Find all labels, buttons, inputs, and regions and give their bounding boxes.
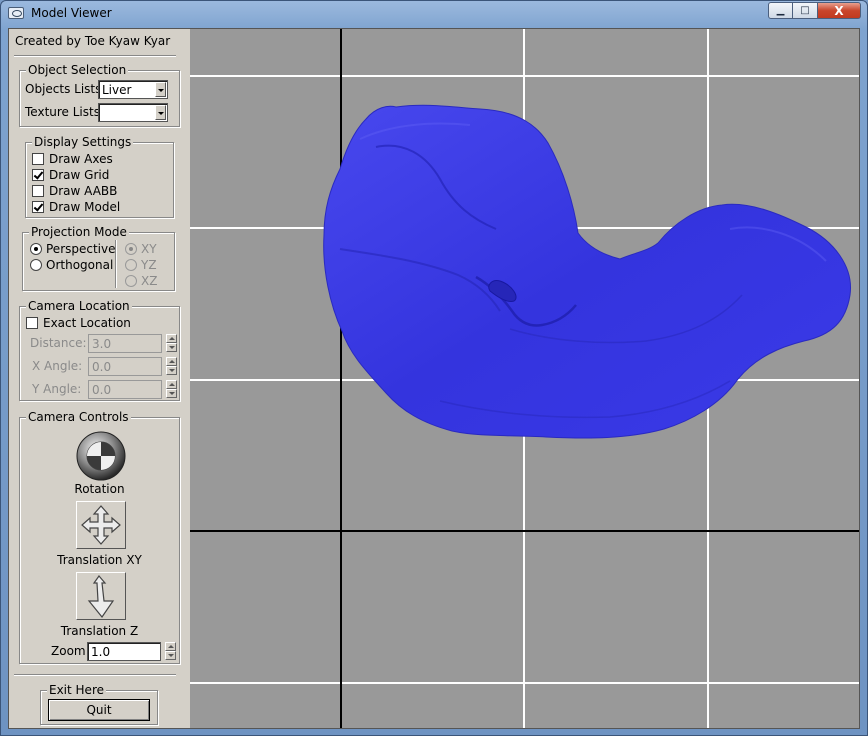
draw-axes-checkbox[interactable] bbox=[32, 153, 44, 165]
client-area: Created by Toe Kyaw Kyar Object Selectio… bbox=[8, 28, 860, 729]
liver-model bbox=[323, 104, 851, 439]
draw-aabb-checkbox[interactable] bbox=[32, 185, 44, 197]
plane-yz-label: YZ bbox=[141, 258, 157, 272]
projection-mode-group: Projection Mode Perspective Orthogonal X… bbox=[22, 225, 175, 291]
app-icon bbox=[8, 7, 24, 19]
draw-aabb-label: Draw AABB bbox=[49, 184, 118, 198]
orthogonal-label: Orthogonal bbox=[46, 258, 114, 272]
divider bbox=[14, 674, 176, 676]
objects-list-value: Liver bbox=[102, 83, 132, 97]
x-angle-value: 0.0 bbox=[92, 360, 112, 374]
x-angle-label: X Angle: bbox=[32, 359, 83, 373]
distance-label: Distance: bbox=[30, 336, 87, 350]
model-viewer-window: Model Viewer ▁ □ X Created by Toe Kyaw K… bbox=[0, 0, 868, 736]
exit-title: Exit Here bbox=[47, 683, 106, 697]
camera-location-group: Camera Location Exact Location Distance:… bbox=[19, 299, 180, 401]
control-panel: Created by Toe Kyaw Kyar Object Selectio… bbox=[9, 29, 189, 728]
projection-separator bbox=[115, 240, 117, 288]
y-angle-stepper[interactable] bbox=[166, 380, 177, 399]
model-canvas[interactable] bbox=[190, 29, 859, 728]
perspective-label: Perspective bbox=[46, 242, 116, 256]
draw-model-checkbox[interactable] bbox=[32, 201, 44, 213]
chevron-up-icon[interactable] bbox=[166, 380, 177, 389]
orthogonal-radio[interactable] bbox=[30, 259, 42, 271]
distance-value: 3.0 bbox=[92, 337, 112, 351]
projection-mode-title: Projection Mode bbox=[29, 225, 129, 239]
chevron-up-icon[interactable] bbox=[165, 642, 176, 651]
maximize-button[interactable]: □ bbox=[793, 2, 818, 19]
close-button[interactable]: X bbox=[818, 2, 861, 19]
plane-xz-radio[interactable] bbox=[125, 275, 137, 287]
draw-axes-label: Draw Axes bbox=[49, 152, 113, 166]
rotation-ball-icon bbox=[76, 431, 126, 481]
title-bar[interactable]: Model Viewer ▁ □ X bbox=[1, 1, 867, 27]
y-angle-label: Y Angle: bbox=[32, 382, 82, 396]
texture-list-select[interactable] bbox=[98, 103, 168, 122]
chevron-down-icon[interactable] bbox=[155, 82, 166, 97]
plane-yz-radio[interactable] bbox=[125, 259, 137, 271]
draw-model-label: Draw Model bbox=[49, 200, 121, 214]
plane-xy-label: XY bbox=[141, 242, 157, 256]
y-angle-field[interactable]: 0.0 bbox=[88, 380, 162, 399]
display-settings-group: Display Settings Draw Axes Draw Grid Dra… bbox=[25, 135, 174, 218]
rotation-label: Rotation bbox=[74, 482, 125, 496]
chevron-down-icon[interactable] bbox=[166, 366, 177, 375]
window-controls: ▁ □ X bbox=[768, 2, 861, 20]
chevron-up-icon[interactable] bbox=[166, 334, 177, 343]
chevron-down-icon[interactable] bbox=[166, 343, 177, 352]
zoom-field[interactable]: 1.0 bbox=[87, 642, 161, 661]
liver-surface bbox=[323, 104, 851, 439]
camera-controls-title: Camera Controls bbox=[26, 410, 131, 424]
draw-grid-checkbox[interactable] bbox=[32, 169, 44, 181]
camera-controls-group: Camera Controls Rotation Translation XY … bbox=[19, 410, 180, 664]
draw-grid-label: Draw Grid bbox=[49, 168, 110, 182]
x-angle-stepper[interactable] bbox=[166, 357, 177, 376]
depth-arrow-icon bbox=[87, 575, 115, 619]
object-selection-group: Object Selection Objects Lists Liver Tex… bbox=[19, 63, 180, 127]
texture-list-label: Texture Lists bbox=[25, 105, 100, 119]
translation-xy-button[interactable] bbox=[76, 501, 126, 549]
exact-location-checkbox[interactable] bbox=[26, 317, 38, 329]
exact-location-label: Exact Location bbox=[43, 316, 131, 330]
translation-xy-label: Translation XY bbox=[57, 553, 142, 567]
y-angle-value: 0.0 bbox=[92, 383, 112, 397]
camera-location-title: Camera Location bbox=[26, 299, 132, 313]
divider bbox=[14, 55, 176, 57]
x-angle-field[interactable]: 0.0 bbox=[88, 357, 162, 376]
3d-viewport[interactable] bbox=[190, 29, 859, 728]
perspective-radio[interactable] bbox=[30, 243, 42, 255]
rotation-button[interactable] bbox=[76, 431, 126, 481]
zoom-stepper[interactable] bbox=[165, 642, 176, 661]
zoom-value: 1.0 bbox=[91, 645, 111, 659]
quit-button[interactable]: Quit bbox=[48, 699, 150, 721]
chevron-down-icon[interactable] bbox=[165, 651, 176, 660]
minimize-button[interactable]: ▁ bbox=[768, 2, 793, 19]
distance-field[interactable]: 3.0 bbox=[88, 334, 162, 353]
chevron-up-icon[interactable] bbox=[166, 357, 177, 366]
move-arrows-icon bbox=[81, 505, 121, 545]
translation-z-button[interactable] bbox=[76, 572, 126, 620]
objects-list-label: Objects Lists bbox=[25, 82, 102, 96]
display-settings-title: Display Settings bbox=[32, 135, 134, 149]
distance-stepper[interactable] bbox=[166, 334, 177, 353]
object-selection-title: Object Selection bbox=[26, 63, 129, 77]
translation-z-label: Translation Z bbox=[60, 624, 139, 638]
objects-list-select[interactable]: Liver bbox=[98, 80, 168, 99]
chevron-down-icon[interactable] bbox=[155, 105, 166, 120]
exit-group: Exit Here Quit bbox=[40, 683, 158, 725]
chevron-down-icon[interactable] bbox=[166, 389, 177, 398]
credit-text: Created by Toe Kyaw Kyar bbox=[15, 34, 171, 48]
minimize-icon: ▁ bbox=[776, 5, 785, 16]
window-title: Model Viewer bbox=[31, 6, 112, 20]
plane-xy-radio[interactable] bbox=[125, 243, 137, 255]
plane-xz-label: XZ bbox=[141, 274, 158, 288]
zoom-label: Zoom bbox=[51, 644, 86, 658]
close-icon: X bbox=[834, 3, 844, 18]
maximize-icon: □ bbox=[800, 5, 810, 16]
